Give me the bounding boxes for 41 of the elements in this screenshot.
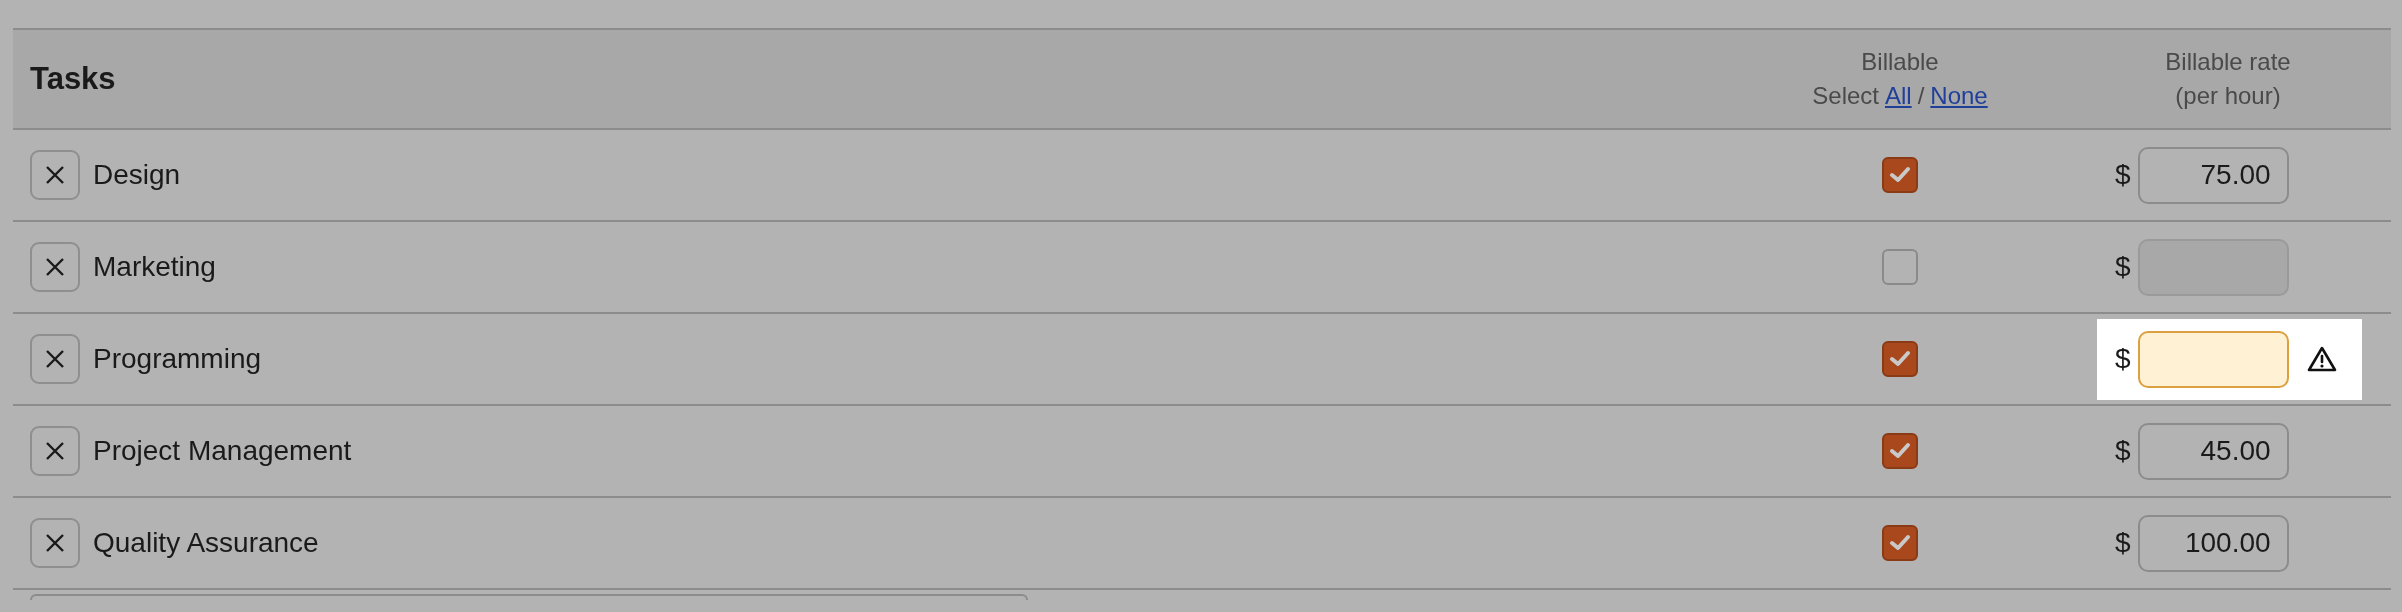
rate-field[interactable] bbox=[2137, 330, 2289, 388]
currency-symbol: $ bbox=[2115, 250, 2131, 284]
currency-symbol: $ bbox=[2115, 342, 2131, 376]
task-name: Design bbox=[93, 158, 181, 192]
select-none-link[interactable]: None bbox=[1930, 79, 1988, 113]
remove-button[interactable] bbox=[30, 426, 80, 476]
currency-symbol: $ bbox=[2115, 526, 2131, 560]
rate-field[interactable]: 45.00 bbox=[2137, 422, 2289, 480]
column-header: Billable rate bbox=[2165, 47, 2291, 77]
task-name: Programming bbox=[93, 342, 262, 376]
rate-field[interactable]: 100.00 bbox=[2137, 514, 2289, 572]
select-label: Select bbox=[1812, 81, 1879, 111]
table-title: Tasks bbox=[29, 59, 117, 98]
task-name: Project Management bbox=[93, 434, 352, 468]
checkmark-icon bbox=[1889, 350, 1911, 368]
task-name: Marketing bbox=[93, 250, 216, 284]
warning-icon bbox=[2305, 345, 2338, 373]
checkmark-icon bbox=[1889, 442, 1911, 460]
remove-button[interactable] bbox=[30, 150, 80, 200]
select-all-link[interactable]: All bbox=[1885, 79, 1912, 113]
currency-symbol: $ bbox=[2115, 434, 2131, 468]
close-icon bbox=[44, 256, 66, 278]
billable-checkbox[interactable] bbox=[1882, 341, 1918, 377]
task-name: Quality Assurance bbox=[93, 526, 319, 560]
column-header: Billable bbox=[1861, 47, 1939, 77]
checkmark-icon bbox=[1889, 166, 1911, 184]
close-icon bbox=[44, 532, 66, 554]
remove-button[interactable] bbox=[30, 334, 80, 384]
currency-symbol: $ bbox=[2115, 158, 2131, 192]
separator: / bbox=[1917, 81, 1925, 111]
close-icon bbox=[44, 164, 66, 186]
billable-checkbox[interactable] bbox=[1882, 525, 1918, 561]
close-icon bbox=[44, 348, 66, 370]
checkmark-icon bbox=[1889, 534, 1911, 552]
remove-button[interactable] bbox=[30, 518, 80, 568]
rate-field[interactable]: 75.00 bbox=[2137, 146, 2289, 204]
column-subheader: (per hour) bbox=[2175, 81, 2281, 111]
billable-checkbox[interactable] bbox=[1882, 433, 1918, 469]
billable-checkbox[interactable] bbox=[1882, 157, 1918, 193]
add-task-field[interactable] bbox=[30, 594, 1028, 600]
close-icon bbox=[44, 440, 66, 462]
